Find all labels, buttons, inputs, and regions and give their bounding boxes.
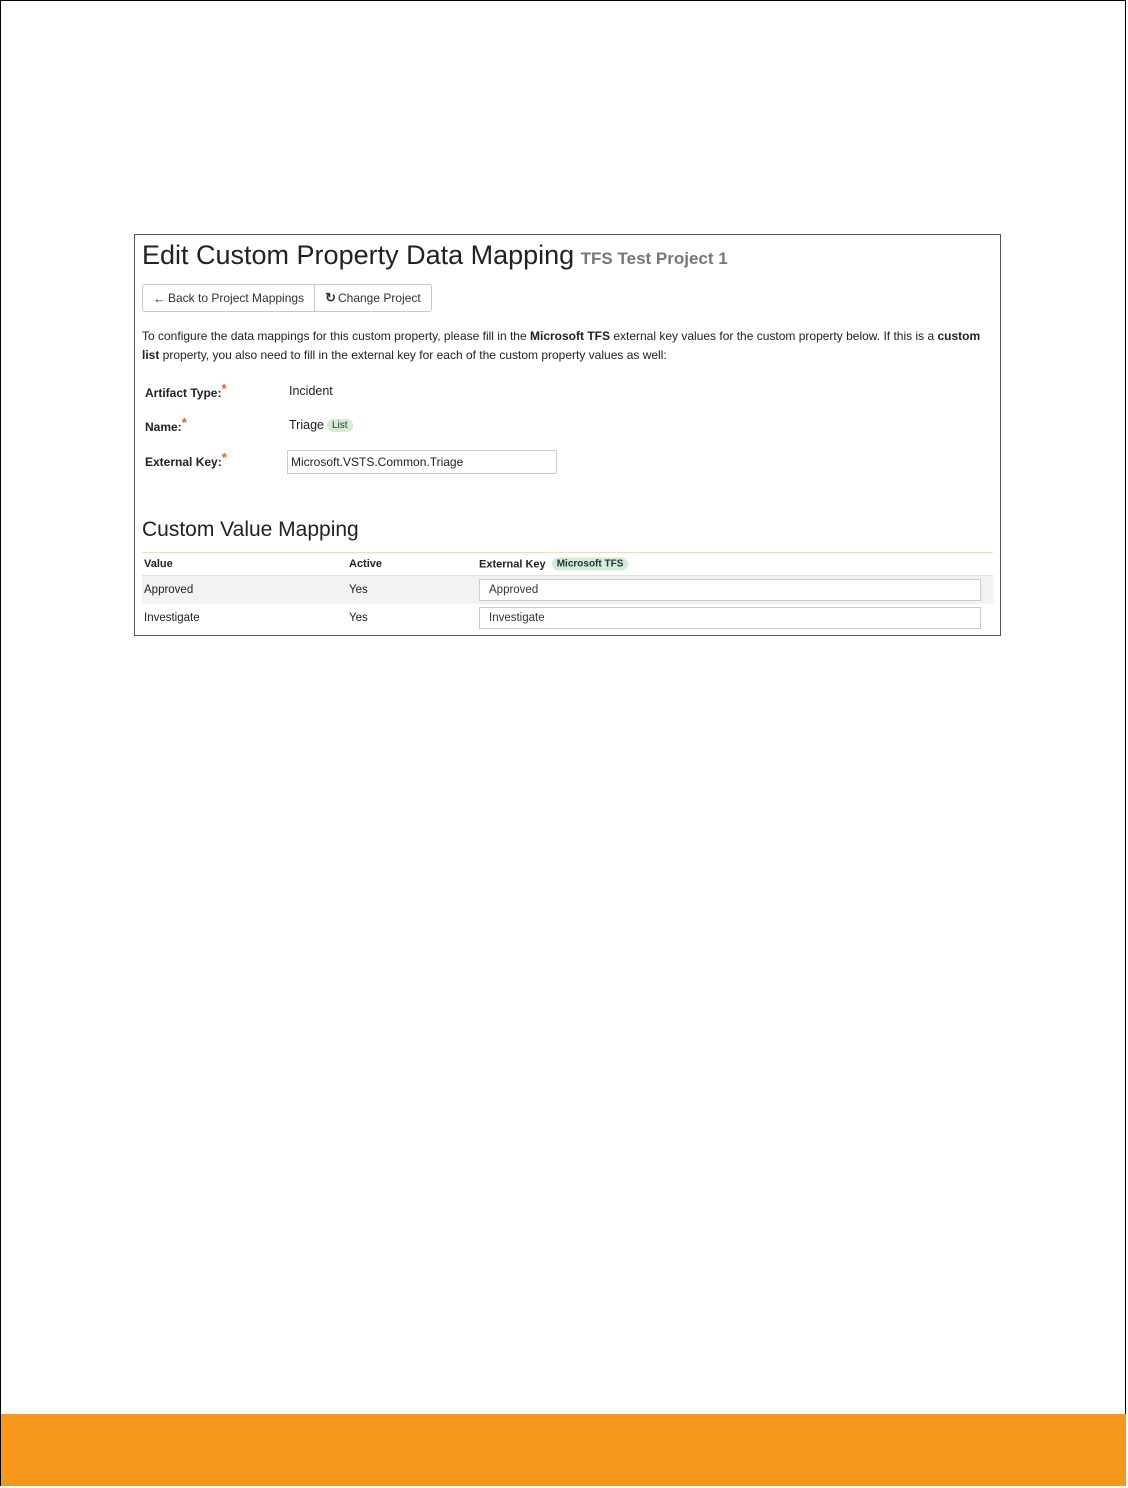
- row-active: Yes: [349, 612, 368, 624]
- table-row: Approved Yes Approved: [142, 576, 993, 604]
- row-external-key-input[interactable]: Approved: [479, 579, 981, 601]
- name-value: Triage List: [289, 418, 353, 432]
- external-key-header-text: External Key: [479, 558, 546, 571]
- artifact-type-value: Incident: [289, 384, 333, 398]
- screenshot-panel: Edit Custom Property Data Mapping TFS Te…: [134, 234, 1001, 636]
- custom-value-mapping-title: Custom Value Mapping: [142, 518, 359, 541]
- intro-text: To configure the data mappings for this …: [142, 327, 992, 364]
- page-frame: [0, 0, 1126, 1486]
- change-button-label: Change Project: [337, 291, 421, 305]
- column-header-active: Active: [349, 558, 383, 570]
- microsoft-tfs-badge: Microsoft TFS: [551, 557, 629, 571]
- intro-part-1: To configure the data mappings for this …: [142, 329, 530, 343]
- back-button-label: Back to Project Mappings: [168, 291, 305, 305]
- row-active: Yes: [349, 584, 368, 596]
- arrow-left-icon: ←: [153, 290, 166, 306]
- row-external-key-input[interactable]: Investigate: [479, 607, 981, 629]
- column-header-value: Value: [144, 558, 173, 570]
- page-title: Edit Custom Property Data Mapping: [142, 240, 575, 270]
- name-value-text: Triage: [289, 418, 324, 432]
- table-row: Investigate Yes Investigate: [142, 604, 993, 632]
- change-project-button[interactable]: ↻ Change Project: [314, 285, 431, 311]
- row-value: Approved: [144, 584, 194, 596]
- name-label-text: Name:: [145, 420, 182, 434]
- intro-part-2: external key values for the custom prope…: [609, 329, 938, 343]
- column-header-external-key: External Key Microsoft TFS: [479, 557, 629, 571]
- intro-part-3: property, you also need to fill in the e…: [159, 347, 667, 362]
- artifact-type-label: Artifact Type:*: [145, 381, 227, 400]
- row-value: Investigate: [144, 612, 200, 624]
- required-marker: *: [221, 381, 227, 396]
- custom-value-mapping-table: Value Active External Key Microsoft TFS …: [142, 552, 993, 632]
- required-marker: *: [221, 450, 227, 465]
- required-marker: *: [181, 415, 187, 430]
- table-header: Value Active External Key Microsoft TFS: [142, 552, 993, 576]
- refresh-icon: ↻: [325, 290, 336, 305]
- page-header: Edit Custom Property Data Mapping TFS Te…: [142, 240, 728, 271]
- project-name: TFS Test Project 1: [580, 249, 728, 268]
- back-to-project-mappings-button[interactable]: ← Back to Project Mappings: [143, 285, 315, 311]
- artifact-type-label-text: Artifact Type:: [145, 386, 222, 400]
- external-key-label-text: External Key:: [145, 455, 222, 469]
- external-key-label: External Key:*: [145, 450, 227, 469]
- footer-bar: [1, 1414, 1126, 1486]
- toolbar-button-group: ← Back to Project Mappings ↻ Change Proj…: [142, 284, 432, 312]
- external-key-input[interactable]: Microsoft.VSTS.Common.Triage: [287, 450, 557, 474]
- intro-bold-1: Microsoft TFS: [529, 329, 610, 343]
- name-label: Name:*: [145, 415, 187, 434]
- list-badge: List: [326, 419, 353, 432]
